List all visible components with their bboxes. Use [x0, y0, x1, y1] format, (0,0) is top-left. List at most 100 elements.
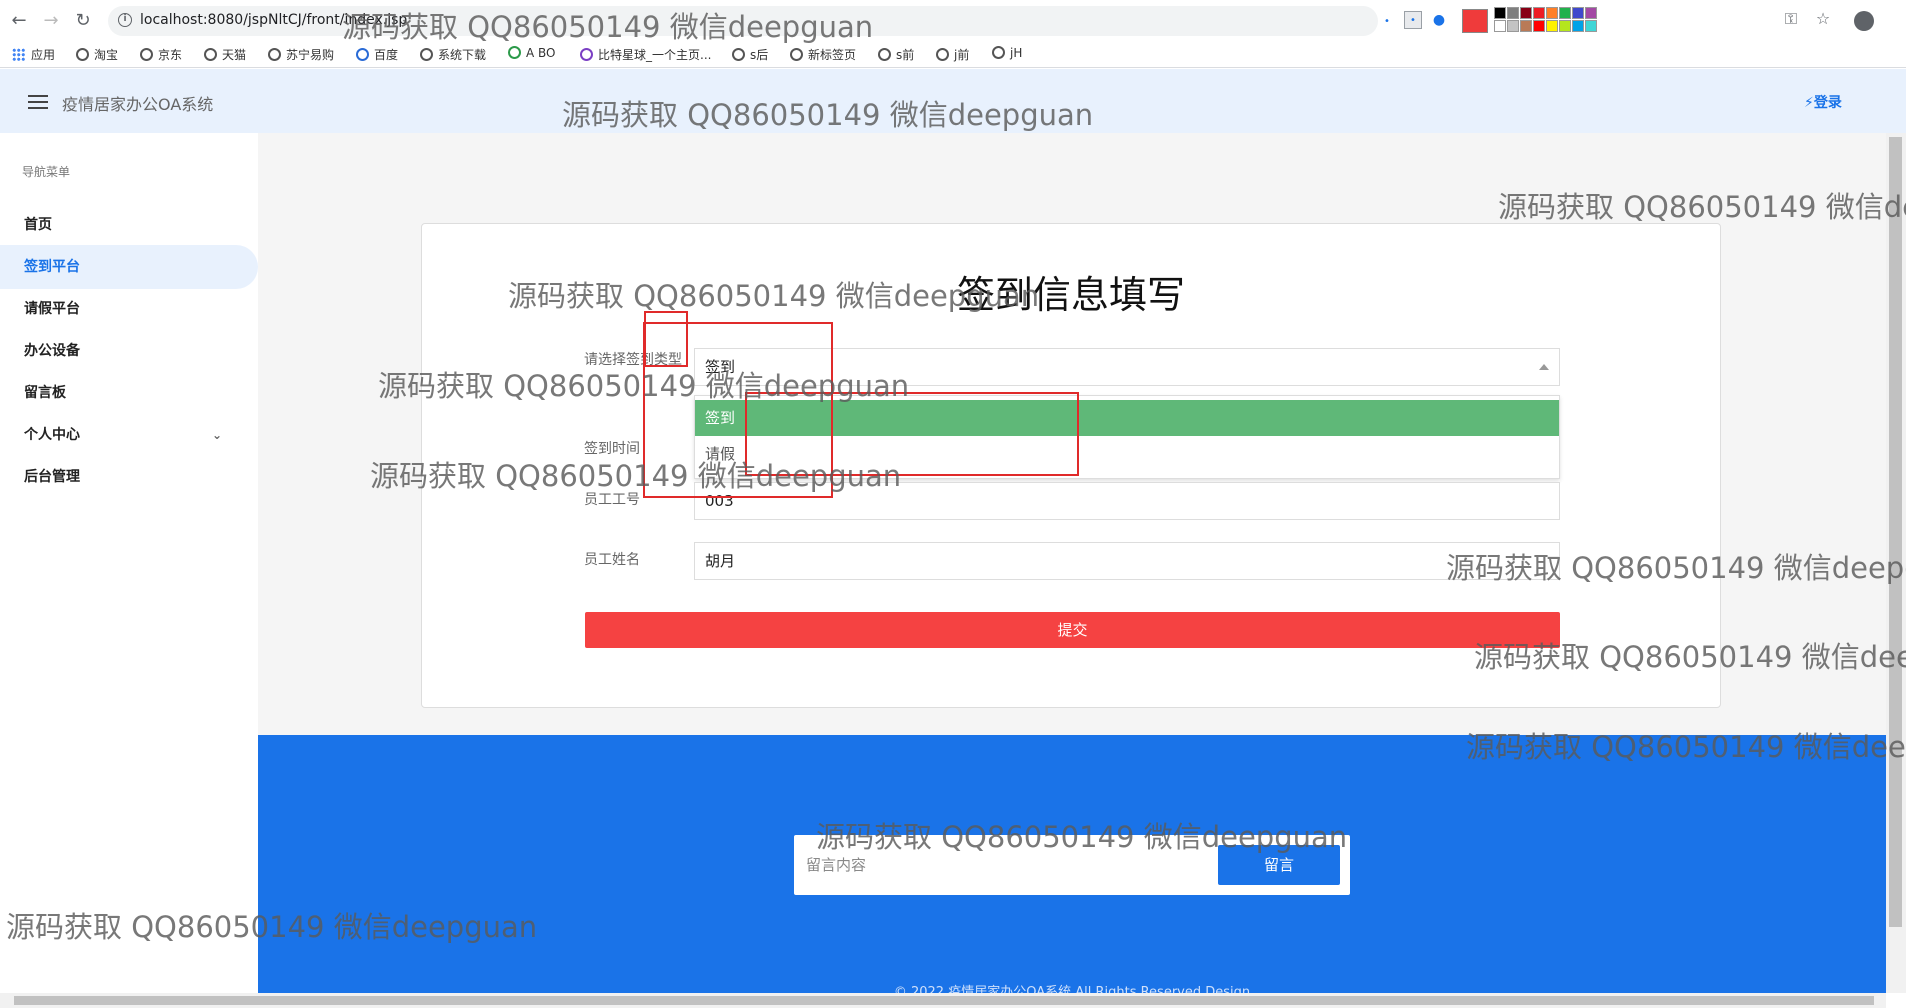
sidebar-item-label: 个人中心	[24, 427, 80, 443]
sidebar-item-admin[interactable]: 后台管理	[0, 455, 258, 499]
back-arrow-icon[interactable]: ←	[8, 10, 30, 32]
app-title: 疫情居家办公OA系统	[62, 95, 214, 114]
caret-up-icon	[1539, 364, 1549, 370]
globe-icon	[732, 48, 745, 61]
color-swatch[interactable]	[1533, 7, 1545, 19]
bookmark-item[interactable]: 京东	[140, 46, 182, 63]
bookmark-item[interactable]: 天猫	[204, 46, 246, 63]
color-swatch[interactable]	[1585, 7, 1597, 19]
sidebar-item-label: 留言板	[24, 385, 66, 401]
sidebar-item-label: 后台管理	[24, 469, 80, 485]
color-swatch[interactable]	[1546, 7, 1558, 19]
star-icon[interactable]: ☆	[1812, 9, 1834, 28]
color-swatch[interactable]	[1507, 20, 1519, 32]
employee-id-field[interactable]: 003	[694, 482, 1560, 520]
forward-arrow-icon[interactable]: →	[40, 10, 62, 32]
vertical-scrollbar[interactable]	[1886, 133, 1906, 993]
nav-heading: 导航菜单	[22, 165, 71, 179]
scrollbar-thumb[interactable]	[1889, 137, 1902, 927]
employee-id-label: 员工工号	[584, 492, 640, 508]
color-swatch[interactable]	[1572, 20, 1584, 32]
message-submit-button[interactable]: 留言	[1218, 845, 1340, 885]
extension-dot-large-icon[interactable]: ●	[1430, 11, 1448, 29]
sidebar-item-label: 请假平台	[24, 301, 80, 317]
footer: 留言 © 2022 疫情居家办公OA系统 All Rights Reserved…	[258, 735, 1886, 1000]
extension-dot-small-icon[interactable]: •	[1378, 13, 1396, 31]
color-palette[interactable]	[1494, 7, 1597, 32]
key-icon[interactable]: ⚿	[1780, 9, 1802, 29]
color-swatch[interactable]	[1546, 20, 1558, 32]
color-swatch[interactable]	[1520, 20, 1532, 32]
sidebar-nav: 导航菜单 首页 签到平台 请假平台 办公设备 留言板 个人中心 ⌄ 后台管理	[0, 133, 258, 993]
form-title: 签到信息填写	[956, 273, 1185, 317]
globe-icon	[878, 48, 891, 61]
color-swatch[interactable]	[1585, 20, 1597, 32]
color-picker-current-icon[interactable]	[1462, 9, 1488, 33]
extension-dot-box-icon[interactable]: •	[1404, 11, 1422, 29]
browser-toolbar: ← → ↻ i localhost:8080/jspNltCJ/front/in…	[0, 0, 1906, 42]
color-swatch[interactable]	[1494, 20, 1506, 32]
main-content: 签到信息填写 请选择签到类型 签到 签到 请假 签到时间 员工工号 003 员工…	[258, 133, 1886, 735]
checkin-type-value: 签到	[705, 358, 736, 376]
globe-icon	[204, 48, 217, 61]
submit-button[interactable]: 提交	[585, 612, 1560, 648]
sidebar-item-checkin[interactable]: 签到平台	[0, 245, 258, 289]
color-swatch[interactable]	[1559, 20, 1571, 32]
color-swatch[interactable]	[1533, 20, 1545, 32]
address-bar[interactable]: i localhost:8080/jspNltCJ/front/index.js…	[108, 6, 1378, 36]
address-url[interactable]: localhost:8080/jspNltCJ/front/index.jsp	[140, 12, 407, 28]
globe-icon	[936, 48, 949, 61]
globe-icon	[76, 48, 89, 61]
bookmark-item[interactable]: s前	[878, 46, 914, 63]
checkin-form-card: 签到信息填写 请选择签到类型 签到 签到 请假 签到时间 员工工号 003 员工…	[421, 223, 1721, 708]
bookmark-item[interactable]: 苏宁易购	[268, 46, 334, 63]
sidebar-item-label: 签到平台	[24, 259, 80, 275]
color-swatch[interactable]	[1559, 7, 1571, 19]
dropdown-option-leave[interactable]: 请假	[695, 436, 1559, 472]
menu-hamburger-icon[interactable]	[28, 95, 48, 109]
checkin-type-select[interactable]: 签到	[694, 348, 1560, 386]
login-link[interactable]: ⚡登录	[1804, 92, 1842, 112]
reload-icon[interactable]: ↻	[72, 10, 94, 32]
bookmark-item[interactable]: 淘宝	[76, 46, 118, 63]
sidebar-item-label: 办公设备	[24, 343, 80, 359]
scrollbar-thumb[interactable]	[14, 996, 1874, 1005]
profile-avatar-icon[interactable]	[1854, 11, 1874, 31]
bookmark-item[interactable]: 比特星球_一个主页...	[580, 46, 711, 63]
bookmark-item[interactable]: j前	[936, 46, 969, 63]
bookmarks-bar: 应用 淘宝 京东 天猫 苏宁易购 百度 系统下载 A BO 比特星球_一个主页.…	[0, 42, 1906, 68]
checkin-type-label: 请选择签到类型	[584, 352, 682, 368]
employee-name-field[interactable]: 胡月	[694, 542, 1560, 580]
sidebar-item-profile[interactable]: 个人中心 ⌄	[0, 413, 258, 457]
employee-name-label: 员工姓名	[584, 552, 640, 568]
bookmark-item[interactable]: jH	[992, 46, 1022, 60]
bookmark-item[interactable]: 新标签页	[790, 46, 856, 63]
globe-icon	[268, 48, 281, 61]
sidebar-item-equipment[interactable]: 办公设备	[0, 329, 258, 373]
color-swatch[interactable]	[1494, 7, 1506, 19]
message-input[interactable]	[806, 848, 1206, 882]
bookmark-item[interactable]: A BO	[508, 46, 556, 60]
globe-icon	[420, 48, 433, 61]
sidebar-item-home[interactable]: 首页	[0, 203, 258, 247]
bookmark-item[interactable]: 系统下载	[420, 46, 486, 63]
chevron-down-icon: ⌄	[211, 428, 222, 442]
bookmark-apps[interactable]: 应用	[12, 46, 55, 63]
planet-icon	[580, 48, 593, 61]
sidebar-item-label: 首页	[24, 217, 52, 233]
site-info-icon[interactable]: i	[118, 13, 132, 27]
bookmark-item[interactable]: 百度	[356, 46, 398, 63]
globe-icon	[140, 48, 153, 61]
color-swatch[interactable]	[1507, 7, 1519, 19]
bookmark-item[interactable]: s后	[732, 46, 768, 63]
sidebar-item-messages[interactable]: 留言板	[0, 371, 258, 415]
dropdown-option-checkin[interactable]: 签到	[695, 400, 1559, 436]
color-swatch[interactable]	[1572, 7, 1584, 19]
checkin-time-label: 签到时间	[584, 441, 640, 457]
horizontal-scrollbar[interactable]	[0, 993, 1886, 1008]
apps-grid-icon	[12, 48, 25, 61]
app-header: 疫情居家办公OA系统 ⚡登录	[0, 69, 1906, 133]
color-swatch[interactable]	[1520, 7, 1532, 19]
checkin-type-dropdown: 签到 请假	[694, 395, 1560, 479]
sidebar-item-leave[interactable]: 请假平台	[0, 287, 258, 331]
